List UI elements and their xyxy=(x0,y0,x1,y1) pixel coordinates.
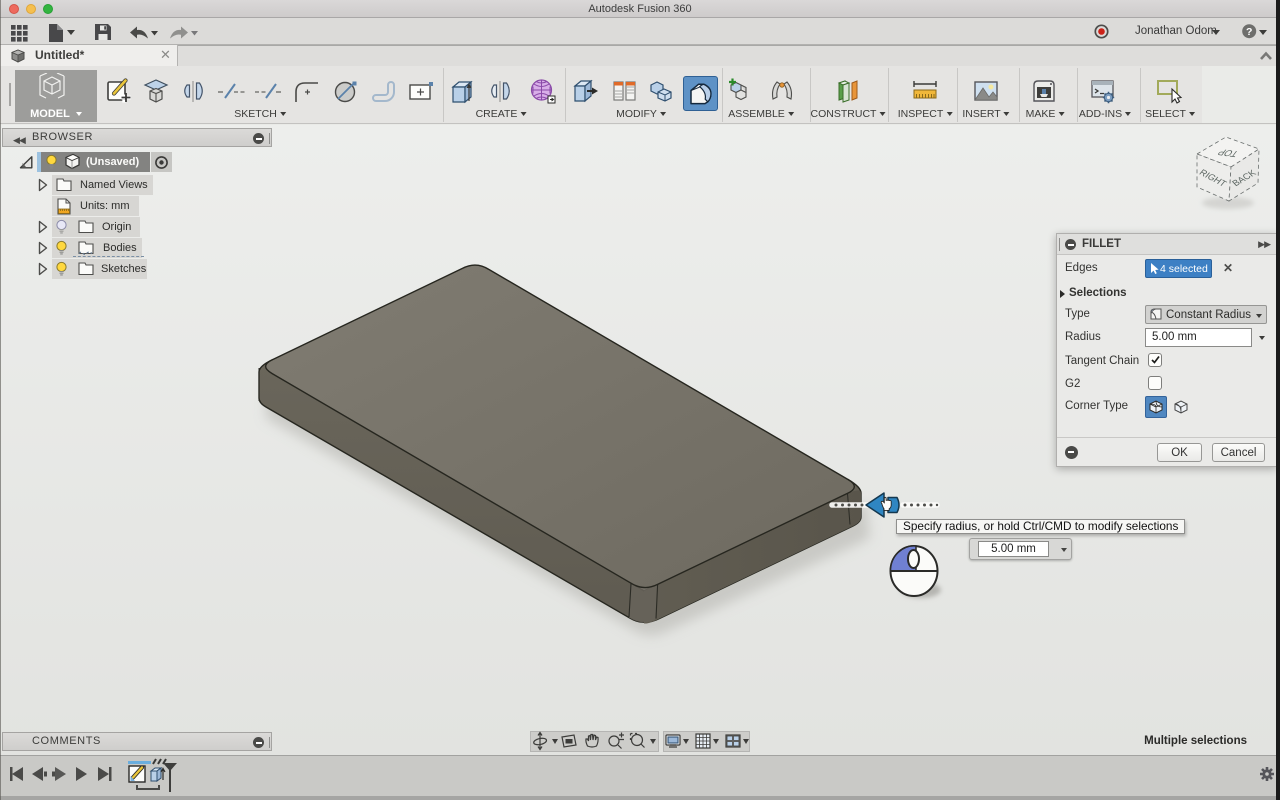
svg-text:?: ? xyxy=(1246,26,1252,38)
